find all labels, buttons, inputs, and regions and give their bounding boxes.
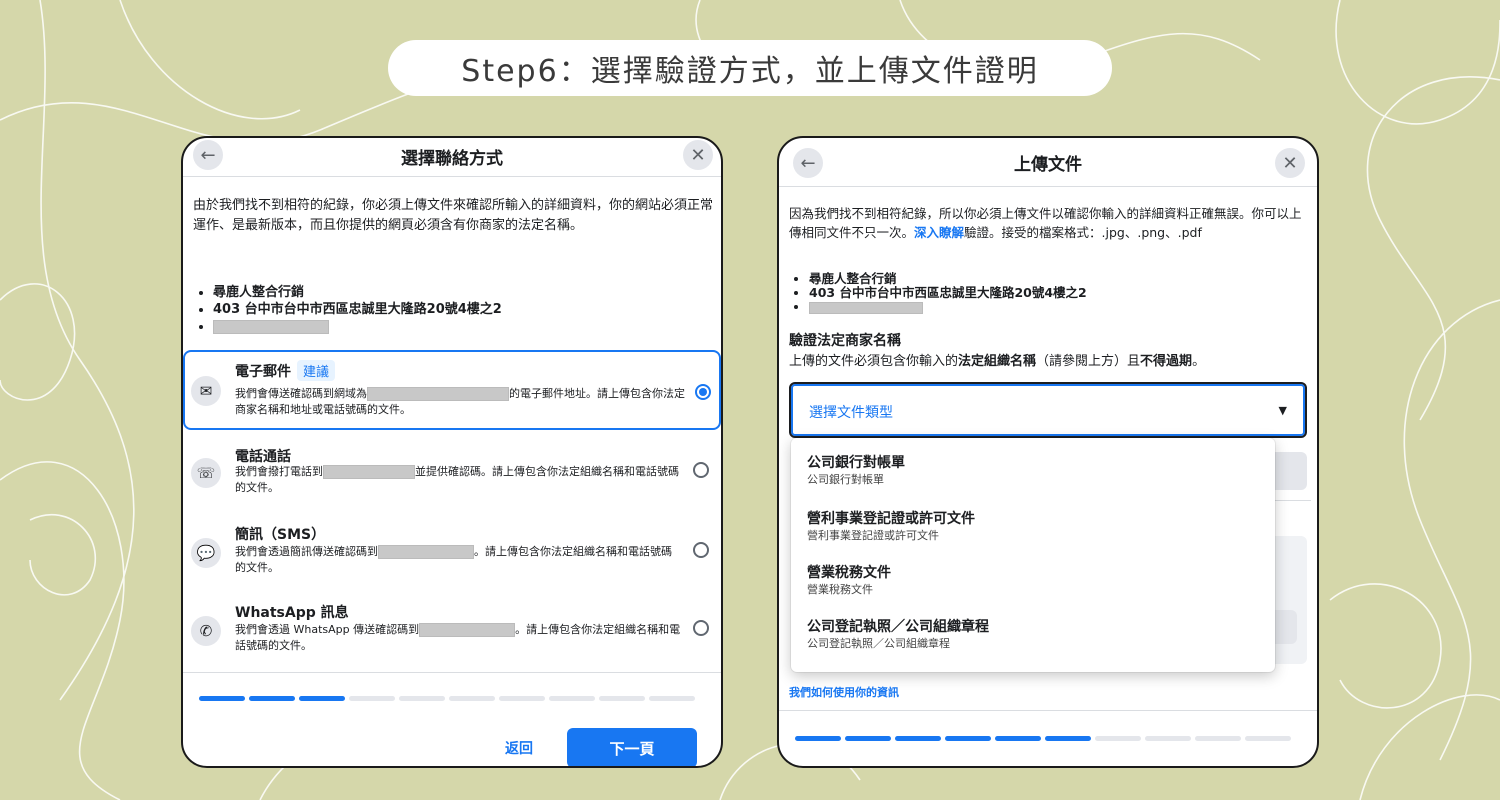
learn-more-link[interactable]: 深入瞭解 bbox=[914, 225, 964, 240]
option-phone-title: 電話通話 bbox=[235, 449, 291, 465]
dropdown-option[interactable]: 公司登記執照／公司組織章程 公司登記執照／公司組織章程 bbox=[807, 618, 989, 651]
progress-segment bbox=[399, 696, 445, 701]
phone-radio[interactable] bbox=[693, 462, 709, 478]
progress-segment bbox=[1045, 736, 1091, 741]
privacy-link[interactable]: 我們如何使用你的資訊 bbox=[789, 684, 899, 700]
sms-radio[interactable] bbox=[693, 542, 709, 558]
progress-segment bbox=[349, 696, 395, 701]
next-button[interactable]: 下一頁 bbox=[567, 728, 697, 766]
document-type-dropdown: 公司銀行對帳單 公司銀行對帳單 營利事業登記證或許可文件 營利事業登記證或許可文… bbox=[791, 438, 1275, 672]
progress-segment bbox=[1245, 736, 1291, 741]
step-title: Step6：選擇驗證方式，並上傳文件證明 bbox=[388, 40, 1112, 96]
option-whatsapp[interactable]: ✆ WhatsApp 訊息 我們會透過 WhatsApp 傳送確認碼到 。請上傳包… bbox=[183, 598, 721, 668]
business-name: 尋鹿人整合行銷 bbox=[809, 272, 1317, 286]
business-details-list: 尋鹿人整合行銷 403 台中市台中市西區忠誠里大隆路20號4樓之2 bbox=[193, 284, 721, 335]
option-phone-desc: 我們會撥打電話到 並提供確認碼。請上傳包含你法定組織名稱和電話號碼的文件。 bbox=[235, 465, 679, 494]
option-sms-title: 簡訊（SMS） bbox=[235, 527, 326, 543]
email-radio[interactable] bbox=[695, 384, 711, 400]
progress-segment bbox=[945, 736, 991, 741]
progress-segment bbox=[895, 736, 941, 741]
business-address: 403 台中市台中市西區忠誠里大隆路20號4樓之2 bbox=[213, 301, 721, 318]
dialog-description: 因為我們找不到相符紀錄，所以你必須上傳文件以確認你輸入的詳細資料正確無誤。你可以… bbox=[789, 206, 1302, 240]
caret-down-icon: ▼ bbox=[1278, 404, 1287, 417]
header-divider bbox=[779, 186, 1317, 187]
dialog-description: 由於我們找不到相符的紀錄，你必須上傳文件來確認所輸入的詳細資料，你的網站必須正常… bbox=[193, 198, 714, 233]
option-email-desc: 我們會傳送確認碼到網域為 的電子郵件地址。請上傳包含你法定商家名稱和地址或電話號碼… bbox=[235, 387, 685, 416]
close-icon[interactable]: ✕ bbox=[683, 140, 713, 170]
dialog-title: 選擇聯絡方式 bbox=[401, 149, 503, 169]
progress-segment bbox=[1145, 736, 1191, 741]
options-divider bbox=[183, 672, 721, 673]
dropdown-option[interactable]: 營業稅務文件 營業稅務文件 bbox=[807, 564, 891, 597]
progress-segment bbox=[299, 696, 345, 701]
business-name: 尋鹿人整合行銷 bbox=[213, 284, 721, 301]
contact-method-dialog: ← 選擇聯絡方式 ✕ 由於我們找不到相符的紀錄，你必須上傳文件來確認所輸入的詳細… bbox=[181, 136, 723, 768]
footer-divider bbox=[779, 710, 1317, 711]
progress-segment bbox=[549, 696, 595, 701]
close-icon[interactable]: ✕ bbox=[1275, 148, 1305, 178]
progress-segment bbox=[199, 696, 245, 701]
option-email[interactable]: ✉ 電子郵件 建議 我們會傳送確認碼到網域為 的電子郵件地址。請上傳包含你法定商家名… bbox=[183, 350, 721, 430]
option-sms-desc: 我們會透過簡訊傳送確認碼到 。請上傳包含你法定組織名稱和電話號碼的文件。 bbox=[235, 545, 672, 574]
option-email-title: 電子郵件 bbox=[235, 364, 291, 380]
dropdown-option[interactable]: 營利事業登記證或許可文件 營利事業登記證或許可文件 bbox=[807, 510, 975, 543]
progress-segment bbox=[1095, 736, 1141, 741]
header-divider bbox=[183, 176, 721, 177]
document-type-select[interactable]: 選擇文件類型 ▼ bbox=[789, 382, 1307, 438]
business-details-list: 尋鹿人整合行銷 403 台中市台中市西區忠誠里大隆路20號4樓之2 bbox=[789, 272, 1317, 314]
dropdown-option[interactable]: 公司銀行對帳單 公司銀行對帳單 bbox=[807, 454, 905, 487]
option-sms[interactable]: 💬 簡訊（SMS） 我們會透過簡訊傳送確認碼到 。請上傳包含你法定組織名稱和電話號… bbox=[183, 518, 721, 588]
select-placeholder: 選擇文件類型 bbox=[809, 405, 893, 421]
back-button[interactable]: 返回 bbox=[505, 738, 533, 758]
redacted-detail bbox=[213, 318, 721, 335]
recommended-badge: 建議 bbox=[297, 360, 336, 381]
progress-segment bbox=[649, 696, 695, 701]
whatsapp-icon: ✆ bbox=[191, 616, 221, 646]
progress-bar bbox=[199, 696, 695, 701]
progress-segment bbox=[449, 696, 495, 701]
progress-segment bbox=[795, 736, 841, 741]
dialog-title: 上傳文件 bbox=[1014, 155, 1082, 175]
envelope-icon: ✉ bbox=[191, 376, 221, 406]
progress-segment bbox=[599, 696, 645, 701]
chat-bubble-icon: 💬 bbox=[191, 538, 221, 568]
progress-segment bbox=[845, 736, 891, 741]
business-address: 403 台中市台中市西區忠誠里大隆路20號4樓之2 bbox=[809, 286, 1317, 300]
whatsapp-radio[interactable] bbox=[693, 620, 709, 636]
phone-icon: ☏ bbox=[191, 458, 221, 488]
section-description: 上傳的文件必須包含你輸入的法定組織名稱（請參閱上方）且不得過期。 bbox=[789, 354, 1206, 369]
redacted-detail bbox=[809, 300, 1317, 314]
option-whatsapp-desc: 我們會透過 WhatsApp 傳送確認碼到 。請上傳包含你法定組織名稱和電話號碼的… bbox=[235, 623, 681, 652]
option-whatsapp-title: WhatsApp 訊息 bbox=[235, 605, 349, 621]
option-phone-call[interactable]: ☏ 電話通話 我們會撥打電話到 並提供確認碼。請上傳包含你法定組織名稱和電話號碼的… bbox=[183, 438, 721, 508]
upload-document-dialog: ← 上傳文件 ✕ 因為我們找不到相符紀錄，所以你必須上傳文件以確認你輸入的詳細資… bbox=[777, 136, 1319, 768]
progress-segment bbox=[995, 736, 1041, 741]
progress-segment bbox=[249, 696, 295, 701]
progress-segment bbox=[499, 696, 545, 701]
progress-segment bbox=[1195, 736, 1241, 741]
section-title: 驗證法定商家名稱 bbox=[789, 333, 901, 349]
progress-bar bbox=[795, 736, 1291, 741]
